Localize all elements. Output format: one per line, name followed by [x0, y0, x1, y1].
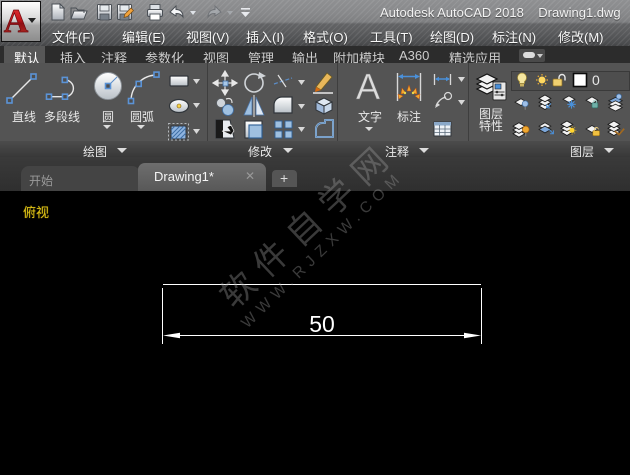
svg-text:A: A [356, 66, 380, 107]
svg-text:50: 50 [309, 311, 335, 337]
svg-text:0: 0 [592, 72, 600, 88]
svg-text:A: A [4, 3, 29, 40]
